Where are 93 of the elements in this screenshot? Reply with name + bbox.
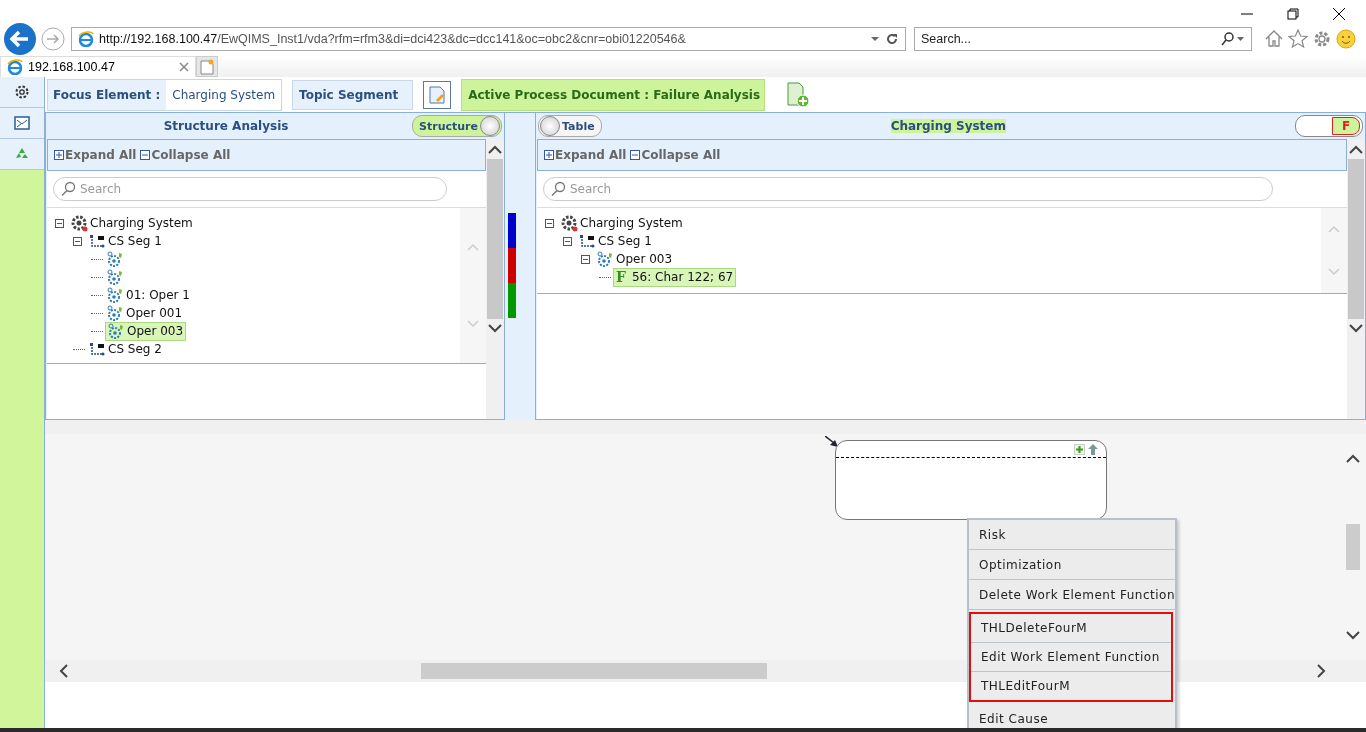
diagram-node[interactable]	[835, 440, 1107, 520]
menu-item[interactable]: Edit Work Element Function	[971, 643, 1171, 672]
up-arrow-icon[interactable]	[1088, 443, 1098, 455]
menu-item[interactable]: Optimization	[969, 550, 1175, 580]
menu-item[interactable]: Risk	[969, 520, 1175, 550]
collapse-toggle-icon[interactable]	[563, 236, 575, 246]
failure-mark: F	[616, 269, 626, 285]
search-icon	[550, 181, 566, 197]
plus-box-icon[interactable]	[54, 150, 64, 160]
menu-item[interactable]: Edit Cause	[969, 704, 1175, 728]
restore-icon[interactable]	[1286, 7, 1300, 21]
scrollbar-thumb[interactable]	[1346, 524, 1360, 570]
collapse-toggle-icon[interactable]	[73, 236, 85, 246]
new-page-icon	[200, 58, 214, 75]
tree-node[interactable]: Oper 003	[595, 250, 675, 268]
expand-all-link[interactable]: Expand All	[65, 148, 137, 162]
refresh-icon[interactable]	[885, 32, 899, 46]
collapse-all-link[interactable]: Collapse All	[151, 148, 231, 162]
minus-box-icon[interactable]	[630, 150, 641, 160]
browser-logo-icon	[78, 31, 94, 47]
gears-icon	[108, 322, 125, 340]
structure-toggle[interactable]: Structure	[412, 115, 502, 137]
edit-document-button[interactable]	[423, 80, 452, 109]
search-icon	[60, 181, 76, 197]
gears-icon	[597, 250, 614, 268]
screen-icon	[14, 115, 30, 131]
collapse-toggle-icon[interactable]	[55, 218, 67, 228]
tree-node[interactable]: CS Seg 1	[577, 232, 654, 250]
collapse-toggle-icon[interactable]	[581, 254, 593, 264]
sidebar-item[interactable]	[0, 108, 44, 139]
gears-icon	[107, 304, 124, 322]
search-icon[interactable]	[1221, 32, 1245, 46]
table-toggle[interactable]: Table	[538, 115, 602, 137]
document-pencil-icon	[429, 85, 446, 104]
browser-tab[interactable]: 192.168.100.47	[0, 56, 196, 77]
gears-icon	[107, 286, 124, 304]
star-icon[interactable]	[1288, 29, 1308, 49]
scroll-up-icon[interactable]	[1349, 145, 1363, 155]
scroll-up-icon[interactable]	[488, 145, 502, 155]
smiley-icon[interactable]	[1336, 29, 1356, 49]
gears-icon	[107, 250, 124, 268]
address-field[interactable]: http://192.168.100.47/EwQIMS_Inst1/vda?rfm=rfm3&di=dci423&dc=dcc141&oc=obc2&cnr=obi01220546&	[71, 27, 906, 51]
gear-icon	[71, 214, 88, 232]
scroll-down-icon[interactable]	[1349, 323, 1363, 333]
topic-segment-button[interactable]: Topic Segment	[292, 79, 414, 110]
gear-icon	[14, 84, 30, 100]
sidebar-item[interactable]	[0, 77, 44, 108]
scroll-right-icon[interactable]	[1316, 664, 1326, 678]
tree-node[interactable]: Oper 003	[105, 321, 187, 341]
tree-node[interactable]: F 56: Char 122; 67	[613, 267, 737, 287]
failure-mode-toggle[interactable]: F	[1295, 115, 1363, 137]
menu-item[interactable]: THLEditFourM	[971, 672, 1171, 700]
panel-title: Structure Analysis	[162, 119, 290, 133]
tree-node[interactable]: 01: Oper 1	[105, 286, 192, 304]
browser-search-field[interactable]: Search...	[914, 27, 1252, 51]
panel-title: Charging System	[890, 119, 1006, 133]
collapse-toggle-icon[interactable]	[545, 218, 557, 228]
scrollbar-thumb[interactable]	[487, 159, 503, 319]
menu-item[interactable]: THLDeleteFourM	[971, 614, 1171, 643]
collapse-all-link[interactable]: Collapse All	[641, 148, 721, 162]
close-icon[interactable]	[1332, 7, 1346, 21]
tree-node[interactable]: CS Seg 2	[87, 340, 164, 358]
browser-logo-icon	[7, 59, 23, 75]
add-document-icon[interactable]	[785, 81, 812, 108]
connector-arrow	[825, 436, 839, 448]
segment-icon	[579, 233, 596, 249]
close-tab-icon[interactable]	[179, 62, 189, 72]
segment-icon	[89, 341, 106, 357]
gear-icon	[561, 214, 578, 232]
tree-node[interactable]: Charging System	[69, 214, 195, 232]
segment-icon	[89, 233, 106, 249]
scroll-down-icon[interactable]	[488, 323, 502, 333]
expand-all-link[interactable]: Expand All	[555, 148, 627, 162]
scrollbar-thumb[interactable]	[421, 663, 767, 679]
plus-box-icon[interactable]	[544, 150, 554, 160]
active-document-label: Active Process Document : Failure Analysis	[461, 78, 766, 111]
add-icon[interactable]	[1074, 443, 1085, 455]
tree-node[interactable]: CS Seg 1	[87, 232, 164, 250]
scroll-left-icon[interactable]	[59, 664, 69, 678]
dropdown-icon[interactable]	[870, 34, 880, 44]
focus-element-label: Focus Element :	[53, 87, 161, 102]
scrollbar-thumb[interactable]	[1348, 159, 1364, 319]
scroll-up-icon[interactable]	[1346, 454, 1360, 464]
back-icon[interactable]	[3, 22, 37, 56]
gears-icon	[107, 268, 124, 286]
tree-node[interactable]: Charging System	[559, 214, 685, 232]
menu-item[interactable]: Delete Work Element Function	[969, 580, 1175, 610]
tree-node[interactable]: Oper 001	[105, 304, 185, 322]
focus-element-value[interactable]: Charging System	[166, 79, 282, 110]
scroll-down-icon[interactable]	[1346, 630, 1360, 640]
settings-icon[interactable]	[1312, 29, 1332, 49]
home-icon[interactable]	[1264, 29, 1284, 49]
minus-box-icon[interactable]	[140, 150, 151, 160]
